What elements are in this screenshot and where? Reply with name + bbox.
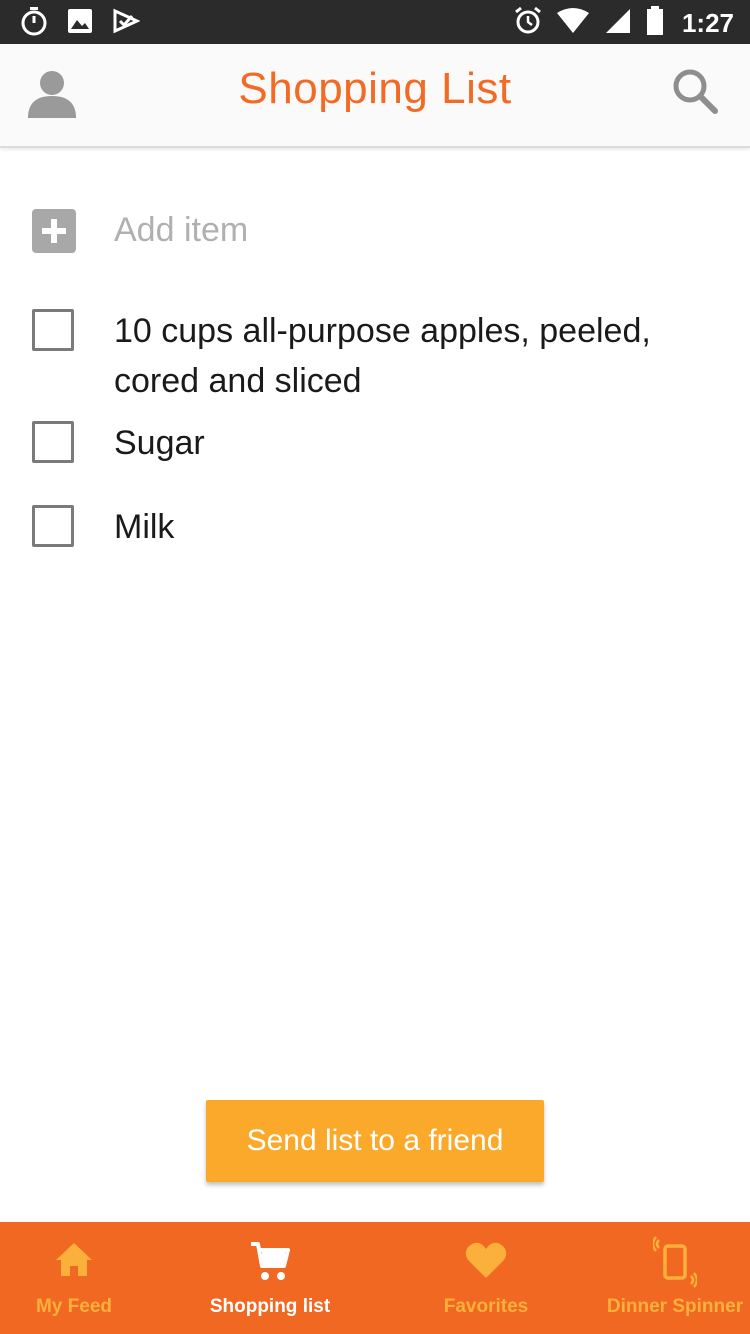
list-item: Sugar [32, 418, 712, 468]
nav-label: Dinner Spinner [606, 1296, 744, 1317]
battery-icon [646, 6, 664, 41]
nav-label: My Feed [35, 1296, 113, 1317]
add-item-row[interactable] [32, 206, 722, 256]
check-app-icon [112, 7, 141, 40]
item-checkbox[interactable] [32, 505, 74, 547]
item-label: Milk [114, 508, 175, 546]
page-title: Shopping List [238, 64, 512, 113]
signal-icon [604, 7, 632, 40]
bottom-nav: My Feed Shopping list Favorites Dinner S… [0, 1222, 750, 1334]
add-item-input[interactable] [114, 206, 674, 254]
list-item: 10 cups all-purpose apples, peeled, core… [32, 306, 712, 406]
nav-dinner-spinner[interactable]: Dinner Spinner [600, 1222, 750, 1334]
image-icon [66, 7, 94, 40]
phone-shake-icon [651, 1236, 699, 1293]
status-time: 1:27 [681, 8, 734, 38]
item-checkbox[interactable] [32, 309, 74, 351]
item-checkbox[interactable] [32, 421, 74, 463]
app-bar: Shopping List [0, 44, 750, 148]
nav-favorites[interactable]: Favorites [410, 1222, 562, 1334]
nav-shopping-list[interactable]: Shopping list [190, 1222, 350, 1334]
search-icon[interactable] [670, 66, 720, 116]
add-icon[interactable] [32, 209, 76, 253]
list-item: Milk [32, 502, 712, 552]
status-bar: 1:27 [0, 0, 750, 44]
send-list-button[interactable]: Send list to a friend [206, 1100, 544, 1182]
home-icon [53, 1240, 95, 1285]
nav-label: Favorites [443, 1296, 529, 1317]
nav-label: Shopping list [209, 1296, 331, 1317]
item-label: Sugar [114, 424, 205, 462]
item-label: 10 cups all-purpose apples, peeled, core… [114, 312, 651, 400]
heart-icon [464, 1240, 508, 1285]
cart-icon [249, 1240, 291, 1289]
nav-my-feed[interactable]: My Feed [0, 1222, 148, 1334]
wifi-icon [556, 7, 590, 40]
alarm-icon [514, 6, 542, 41]
stopwatch-icon [20, 6, 48, 41]
